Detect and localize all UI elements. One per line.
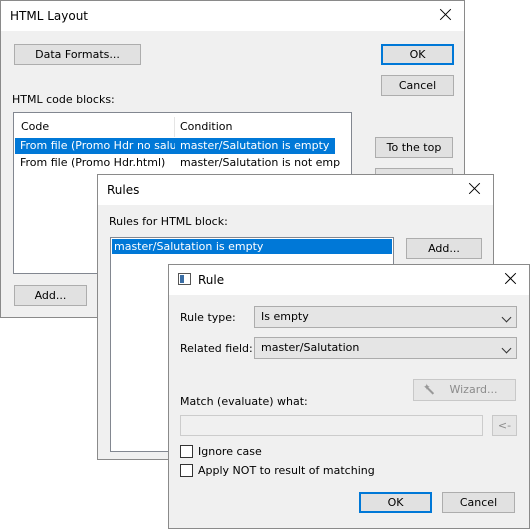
- html-layout-titlebar[interactable]: HTML Layout: [1, 1, 464, 31]
- to-the-top-button[interactable]: To the top: [375, 137, 453, 158]
- rule-type-label: Rule type:: [180, 311, 236, 324]
- rule-cancel-button[interactable]: Cancel: [442, 492, 515, 513]
- wizard-label: Wizard...: [449, 383, 498, 396]
- rules-add-button[interactable]: Add...: [406, 238, 482, 259]
- rules-for-block-label: Rules for HTML block:: [109, 215, 228, 228]
- rules-title: Rules: [107, 183, 140, 197]
- window-icon: [178, 273, 191, 285]
- rule-item-label: master/Salutation is empty: [114, 240, 264, 253]
- data-formats-button[interactable]: Data Formats...: [14, 44, 141, 65]
- row-code: From file (Promo Hdr no salut...: [20, 139, 175, 152]
- rule-ok-button[interactable]: OK: [359, 492, 432, 513]
- rule-titlebar[interactable]: Rule: [169, 265, 529, 295]
- layout-ok-button[interactable]: OK: [381, 44, 454, 65]
- related-field-label: Related field:: [180, 342, 253, 355]
- rule-dialog: Rule Rule type: Is empty Related field: …: [168, 264, 530, 529]
- row-condition: master/Salutation is empty: [180, 139, 330, 152]
- layout-add-button[interactable]: Add...: [14, 285, 87, 306]
- column-header-condition[interactable]: Condition: [180, 119, 340, 135]
- close-icon[interactable]: [437, 6, 455, 24]
- apply-not-checkbox[interactable]: [180, 464, 193, 477]
- ignore-case-label[interactable]: Ignore case: [198, 445, 262, 458]
- match-label: Match (evaluate) what:: [180, 395, 308, 408]
- list-item[interactable]: master/Salutation is empty: [112, 239, 392, 254]
- row-condition: master/Salutation is not empty: [180, 156, 340, 169]
- insert-arrow-button[interactable]: <-: [492, 415, 517, 436]
- table-row[interactable]: From file (Promo Hdr.html) master/Saluta…: [15, 155, 340, 171]
- chevron-down-icon: [501, 343, 512, 354]
- rule-title: Rule: [198, 273, 225, 287]
- wand-icon: ✦: [423, 384, 435, 396]
- column-header-code[interactable]: Code: [21, 119, 171, 135]
- match-input[interactable]: [180, 415, 483, 436]
- related-field-value: master/Salutation: [261, 341, 360, 354]
- related-field-select[interactable]: master/Salutation: [254, 337, 517, 359]
- code-blocks-label: HTML code blocks:: [12, 93, 115, 106]
- chevron-down-icon: [501, 312, 512, 323]
- layout-cancel-button[interactable]: Cancel: [381, 75, 454, 96]
- column-divider: [174, 117, 175, 137]
- close-icon[interactable]: [466, 180, 484, 198]
- rule-type-select[interactable]: Is empty: [254, 306, 517, 328]
- wizard-button[interactable]: ✦ Wizard...: [413, 379, 516, 401]
- html-layout-title: HTML Layout: [10, 9, 88, 23]
- close-icon[interactable]: [502, 270, 520, 288]
- rules-titlebar[interactable]: Rules: [98, 175, 493, 205]
- ignore-case-checkbox[interactable]: [180, 445, 193, 458]
- table-row[interactable]: From file (Promo Hdr no salut... master/…: [15, 138, 335, 154]
- rule-type-value: Is empty: [261, 310, 309, 323]
- apply-not-label[interactable]: Apply NOT to result of matching: [198, 464, 375, 477]
- row-code: From file (Promo Hdr.html): [20, 156, 166, 169]
